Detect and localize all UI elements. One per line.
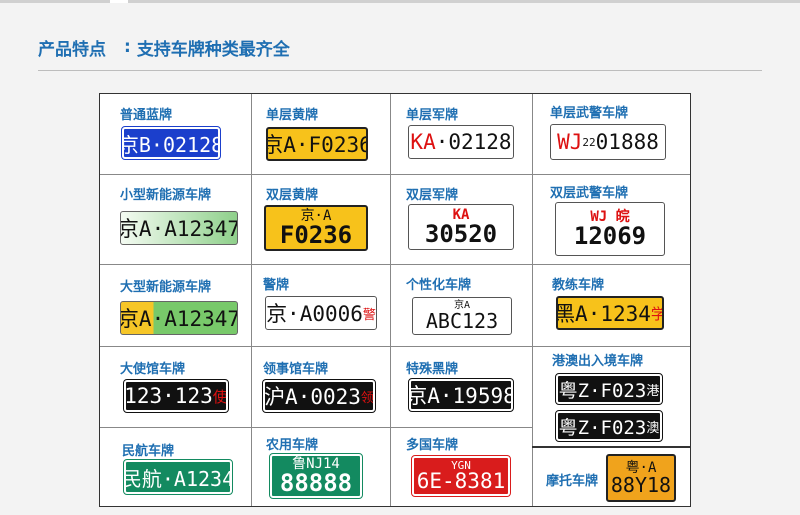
plate-label: 摩托车牌: [546, 474, 599, 489]
plate-label: 农用车牌: [266, 438, 319, 453]
plate-label: 普通蓝牌: [120, 108, 173, 123]
grid-hline: [100, 427, 532, 428]
plate-label: 单层军牌: [406, 108, 459, 123]
plate-motorcycle: 粤·A 88Y18: [606, 454, 676, 502]
plate-single-military: KA ·02128: [408, 125, 514, 159]
header-divider: [38, 70, 762, 71]
plate-label: 双层黄牌: [266, 188, 319, 203]
plate-agricultural: 鲁NJ14 88888: [269, 453, 363, 499]
plate-label: 多国车牌: [406, 438, 459, 453]
plate-double-armed-police: WJ 皖 12069: [555, 202, 665, 256]
plate-label: 大使馆车牌: [120, 362, 186, 377]
plate-label: 港澳出入境车牌: [552, 354, 644, 369]
plate-double-military: KA 30520: [408, 204, 514, 250]
plate-label: 特殊黑牌: [406, 362, 459, 377]
plate-label: 警牌: [263, 278, 290, 293]
plate-civil-aviation: 民航·A1234: [123, 459, 233, 495]
section-header: 产品特点 : 支持车牌种类最齐全: [38, 34, 290, 60]
header-separator: :: [124, 37, 131, 57]
section-title: 产品特点: [38, 39, 106, 60]
grid-hline: [532, 446, 690, 448]
plate-macau-entry: 粤Z·F023 澳: [555, 410, 663, 442]
plate-small-new-energy: 京A·A12347: [120, 211, 238, 245]
grid-hline: [100, 174, 690, 175]
plate-driving-school: 黑A·1234学: [556, 296, 664, 330]
plate-consulate: 沪A·0023 领: [262, 379, 376, 413]
grid-hline: [100, 264, 690, 265]
grid-vline: [251, 94, 252, 506]
plate-label: 双层军牌: [406, 188, 459, 203]
plate-police: 京·A0006 警: [265, 296, 377, 330]
grid-vline: [532, 94, 533, 506]
top-border-notch: [110, 0, 128, 3]
plate-double-yellow: 京·A F0236: [264, 205, 368, 251]
plate-embassy: 123·123 使: [123, 379, 229, 413]
plate-label: 大型新能源车牌: [120, 280, 212, 295]
plate-single-yellow: 京A·F0236: [266, 127, 368, 161]
plate-hk-entry: 粤Z·F023 港: [555, 373, 663, 405]
section-subtitle: 支持车牌种类最齐全: [136, 39, 290, 60]
plate-large-new-energy: 京A·A12347: [120, 301, 238, 335]
plate-label: 教练车牌: [552, 278, 605, 293]
plate-ordinary-blue: 京B·02128: [121, 126, 221, 160]
plate-multinational: YGN 6E-8381: [411, 455, 511, 497]
plate-label: 单层黄牌: [266, 108, 319, 123]
plate-personalized: 京A ABC123: [412, 297, 512, 335]
plate-single-armed-police: WJ 22 01888: [550, 124, 666, 160]
plate-label: 个性化车牌: [406, 278, 472, 293]
plate-label: 双层武警车牌: [550, 186, 629, 201]
plate-label: 领事馆车牌: [263, 362, 329, 377]
plate-grid: 普通蓝牌 京B·02128 单层黄牌 京A·F0236 单层军牌 KA ·0212…: [99, 93, 691, 507]
plate-special-black: 京A·19598: [408, 378, 514, 412]
plate-label: 民航车牌: [122, 444, 175, 459]
grid-hline: [100, 346, 690, 347]
plate-label: 单层武警车牌: [550, 106, 629, 121]
plate-label: 小型新能源车牌: [120, 188, 212, 203]
grid-vline: [390, 94, 391, 506]
